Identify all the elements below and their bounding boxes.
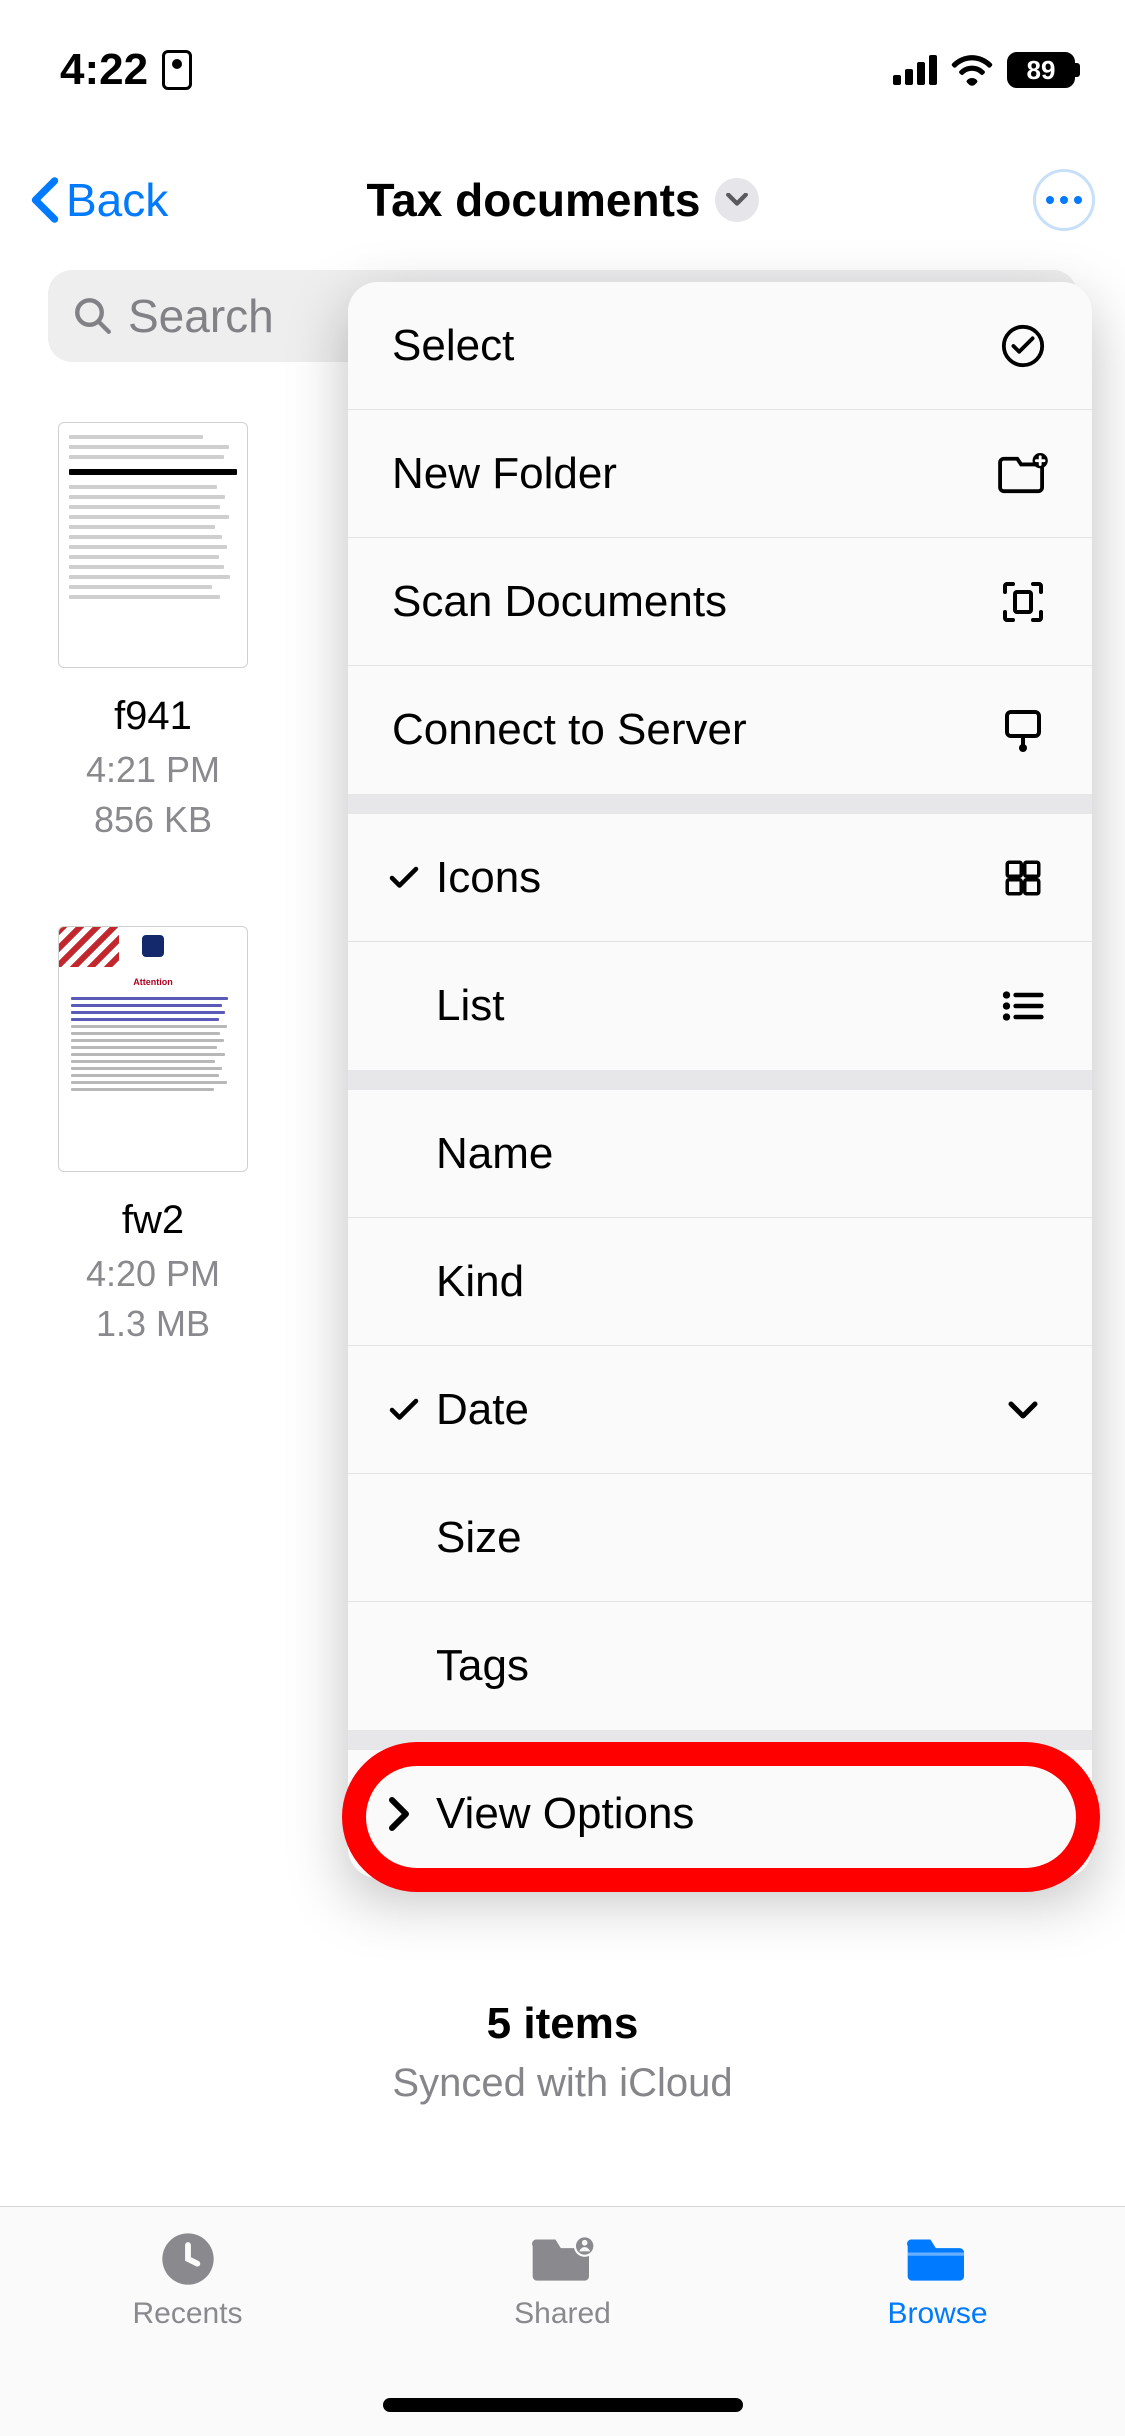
tab-label: Browse: [887, 2297, 987, 2331]
file-name: f941: [48, 694, 258, 739]
sync-status: Synced with iCloud: [0, 2061, 1125, 2106]
menu-label: List: [436, 981, 998, 1031]
menu-item-sort-kind[interactable]: Kind: [348, 1218, 1092, 1346]
file-size: 856 KB: [48, 795, 258, 845]
wifi-icon: [951, 54, 993, 86]
face-id-icon: [162, 50, 192, 90]
checkmark-icon: [386, 1392, 436, 1428]
file-name: fw2: [48, 1198, 258, 1243]
clock-icon: [160, 2231, 216, 2287]
menu-label: Connect to Server: [392, 705, 998, 755]
checkmark-circle-icon: [998, 323, 1048, 369]
menu-label: Icons: [436, 853, 998, 903]
status-bar: 4:22 89: [0, 0, 1125, 140]
scan-document-icon: [998, 578, 1048, 626]
menu-label: Select: [392, 321, 998, 371]
more-options-button[interactable]: [1033, 169, 1095, 231]
menu-label: Size: [436, 1513, 1048, 1563]
item-count: 5 items: [0, 1999, 1125, 2049]
search-icon: [72, 295, 114, 337]
file-thumbnail: Attention: [58, 926, 248, 1172]
chevron-right-icon: [386, 1796, 436, 1832]
list-icon: [998, 988, 1048, 1024]
navigation-bar: Back Tax documents: [0, 140, 1125, 260]
file-item[interactable]: Attention: [48, 926, 258, 1350]
menu-item-sort-tags[interactable]: Tags: [348, 1602, 1092, 1730]
title-dropdown-button[interactable]: [715, 178, 759, 222]
file-time: 4:20 PM: [48, 1249, 258, 1299]
server-icon: [998, 706, 1048, 754]
tab-label: Recents: [132, 2297, 242, 2331]
menu-item-sort-name[interactable]: Name: [348, 1090, 1092, 1218]
menu-label: Kind: [436, 1257, 1048, 1307]
file-size: 1.3 MB: [48, 1299, 258, 1349]
back-label: Back: [66, 173, 168, 227]
menu-label: Tags: [436, 1641, 1048, 1691]
menu-label: New Folder: [392, 449, 998, 499]
cellular-signal-icon: [893, 55, 937, 85]
search-placeholder: Search: [128, 289, 274, 343]
file-thumbnail: [58, 422, 248, 668]
menu-label: Name: [436, 1129, 1048, 1179]
menu-item-select[interactable]: Select: [348, 282, 1092, 410]
menu-item-icons-view[interactable]: Icons: [348, 814, 1092, 942]
menu-item-scan-documents[interactable]: Scan Documents: [348, 538, 1092, 666]
chevron-left-icon: [30, 176, 60, 224]
grid-icon: [998, 857, 1048, 899]
folder-icon: [904, 2231, 972, 2287]
chevron-down-icon: [726, 193, 748, 207]
menu-item-new-folder[interactable]: New Folder: [348, 410, 1092, 538]
battery-icon: 89: [1007, 52, 1075, 88]
menu-item-sort-date[interactable]: Date: [348, 1346, 1092, 1474]
page-title: Tax documents: [367, 173, 701, 227]
footer-status: 5 items Synced with iCloud: [0, 1999, 1125, 2106]
tab-label: Shared: [514, 2297, 611, 2331]
menu-item-view-options[interactable]: View Options: [348, 1750, 1092, 1878]
menu-item-list-view[interactable]: List: [348, 942, 1092, 1070]
tab-browse[interactable]: Browse: [750, 2207, 1125, 2436]
chevron-down-icon: [998, 1400, 1048, 1420]
menu-label: Scan Documents: [392, 577, 998, 627]
back-button[interactable]: Back: [30, 173, 168, 227]
checkmark-icon: [386, 860, 436, 896]
battery-level: 89: [1027, 55, 1056, 86]
context-menu: Select New Folder Scan Documents Connect…: [348, 282, 1092, 1878]
file-item[interactable]: f941 4:21 PM 856 KB: [48, 422, 258, 846]
menu-item-sort-size[interactable]: Size: [348, 1474, 1092, 1602]
folder-plus-icon: [998, 453, 1048, 495]
home-indicator[interactable]: [383, 2398, 743, 2412]
menu-item-connect-server[interactable]: Connect to Server: [348, 666, 1092, 794]
file-time: 4:21 PM: [48, 745, 258, 795]
tab-recents[interactable]: Recents: [0, 2207, 375, 2436]
shared-folder-icon: [529, 2231, 597, 2287]
status-time: 4:22: [60, 45, 148, 95]
menu-label: View Options: [436, 1789, 1048, 1839]
menu-label: Date: [436, 1385, 998, 1435]
